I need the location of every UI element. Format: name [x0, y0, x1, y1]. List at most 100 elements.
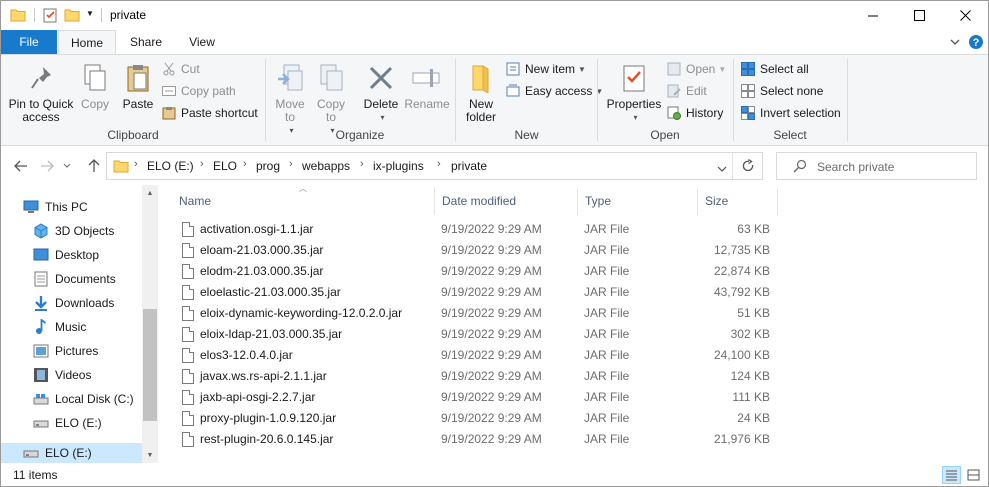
folder-icon — [10, 7, 26, 26]
breadcrumb-item[interactable]: webapps — [302, 159, 350, 173]
item-count: 11 items — [13, 468, 58, 482]
properties-label: Properties — [606, 97, 662, 111]
breadcrumb-separator[interactable]: › — [437, 158, 441, 170]
nav-item-downloads[interactable]: Downloads — [1, 291, 143, 315]
column-header-name[interactable]: Name — [171, 185, 434, 217]
invert-selection-button[interactable]: Invert selection — [740, 103, 841, 123]
easy-access-icon — [505, 83, 521, 99]
pin-icon — [25, 61, 57, 95]
new-folder-icon[interactable] — [64, 7, 80, 26]
details-view-icon[interactable] — [942, 466, 961, 484]
file-row[interactable]: elos3-12.0.4.0.jar 9/19/2022 9:29 AM JAR F… — [171, 345, 791, 366]
tab-share[interactable]: Share — [125, 30, 167, 54]
copy-to-label: Copy to — [316, 97, 345, 124]
properties-button[interactable]: Properties ▾ — [604, 57, 664, 124]
scroll-up-arrow-icon[interactable]: ▲ — [142, 185, 158, 201]
file-row[interactable]: jaxb-api-osgi-2.2.7.jar 9/19/2022 9:29 AM… — [171, 387, 791, 408]
file-row[interactable]: rest-plugin-20.6.0.145.jar 9/19/2022 9:29… — [171, 429, 791, 450]
file-row[interactable]: elodm-21.03.000.35.jar 9/19/2022 9:29 AM J… — [171, 261, 791, 282]
drive-icon — [33, 415, 49, 431]
nav-item-3d-objects[interactable]: 3D Objects — [1, 219, 143, 243]
nav-pane-scrollbar[interactable]: ▲ ▼ — [142, 185, 158, 463]
nav-item-pictures[interactable]: Pictures — [1, 339, 143, 363]
address-bar[interactable]: › ELO (E:) › ELO › prog › webapps › ix-p… — [106, 152, 763, 180]
back-arrow-icon[interactable] — [12, 157, 30, 175]
nav-item-documents[interactable]: Documents — [1, 267, 143, 291]
desktop-icon — [33, 247, 49, 263]
copy-path-button[interactable]: Copy path — [161, 81, 236, 101]
breadcrumb-item[interactable]: ix-plugins — [373, 159, 424, 173]
easy-access-button[interactable]: Easy access ▼ — [505, 81, 603, 101]
edit-button[interactable]: Edit — [666, 81, 707, 101]
maximize-button[interactable] — [896, 1, 942, 30]
delete-button[interactable]: Delete ▾ — [359, 57, 403, 124]
nav-item-this-pc[interactable]: This PC — [1, 195, 143, 219]
pin-to-quick-access-button[interactable]: Pin to Quick access — [5, 57, 77, 124]
column-header-size[interactable]: Size — [697, 185, 777, 217]
file-row[interactable]: eloam-21.03.000.35.jar 9/19/2022 9:29 AM J… — [171, 240, 791, 261]
ribbon-tabs: File Home Share View ? — [1, 30, 988, 55]
move-to-button[interactable]: Move to ▾ — [270, 57, 310, 137]
column-header-type[interactable]: Type — [577, 185, 697, 217]
copy-to-button[interactable]: Copy to ▾ — [311, 57, 351, 137]
scroll-down-arrow-icon[interactable]: ▼ — [142, 447, 158, 463]
tab-home[interactable]: Home — [58, 30, 116, 55]
file-row[interactable]: eloix-dynamic-keywording-12.0.2.0.jar 9/1… — [171, 303, 791, 324]
file-date: 9/19/2022 9:29 AM — [441, 348, 542, 362]
breadcrumb-separator[interactable]: › — [289, 158, 293, 170]
copy-button[interactable]: Copy — [75, 57, 115, 111]
file-row[interactable]: javax.ws.rs-api-2.1.1.jar 9/19/2022 9:29 … — [171, 366, 791, 387]
tab-file[interactable]: File — [1, 30, 57, 54]
pc-icon — [23, 199, 39, 215]
scrollbar-thumb[interactable] — [143, 309, 157, 421]
file-row[interactable]: eloix-ldap-21.03.000.35.jar 9/19/2022 9:2… — [171, 324, 791, 345]
minimize-button[interactable] — [850, 1, 896, 30]
breadcrumb-separator[interactable]: › — [134, 158, 138, 170]
file-row[interactable]: eloelastic-21.03.000.35.jar 9/19/2022 9:2… — [171, 282, 791, 303]
pictures-icon — [33, 343, 49, 359]
column-divider[interactable] — [777, 187, 778, 215]
cut-button[interactable]: Cut — [161, 59, 200, 79]
help-icon[interactable]: ? — [967, 33, 985, 51]
breadcrumb-item[interactable]: ELO (E:) — [147, 159, 194, 173]
invert-selection-label: Invert selection — [760, 106, 841, 120]
search-input[interactable]: Search private — [817, 160, 894, 174]
large-icons-view-icon[interactable] — [964, 466, 983, 484]
file-row[interactable]: proxy-plugin-1.0.9.120.jar 9/19/2022 9:29… — [171, 408, 791, 429]
nav-item-local-disk[interactable]: Local Disk (C:) — [1, 387, 143, 411]
properties-icon[interactable] — [42, 7, 58, 26]
breadcrumb-separator[interactable]: › — [360, 158, 364, 170]
nav-item-music[interactable]: Music — [1, 315, 143, 339]
refresh-icon[interactable] — [741, 158, 755, 176]
paste-shortcut-button[interactable]: Paste shortcut — [161, 103, 258, 123]
rename-button[interactable]: Rename — [403, 57, 451, 111]
up-arrow-icon[interactable] — [85, 157, 103, 175]
customize-qa-dropdown-icon[interactable]: ▼ — [86, 9, 94, 18]
history-button[interactable]: History — [666, 103, 723, 123]
close-button[interactable] — [942, 1, 988, 30]
forward-arrow-icon[interactable] — [38, 157, 56, 175]
new-item-button[interactable]: New item ▼ — [505, 59, 586, 79]
breadcrumb-item[interactable]: prog — [256, 159, 280, 173]
address-dropdown-chevron-icon[interactable] — [717, 162, 727, 176]
select-none-button[interactable]: Select none — [740, 81, 823, 101]
new-folder-button[interactable]: New folder — [459, 57, 503, 124]
breadcrumb-item[interactable]: private — [451, 159, 487, 173]
breadcrumb-item[interactable]: ELO — [213, 159, 237, 173]
file-row[interactable]: activation.osgi-1.1.jar 9/19/2022 9:29 AM… — [171, 219, 791, 240]
search-box[interactable]: Search private — [776, 152, 977, 180]
svg-text:?: ? — [973, 37, 980, 49]
recent-locations-chevron-icon[interactable] — [61, 157, 73, 175]
nav-item-elo-drive-selected[interactable]: ELO (E:) — [1, 443, 143, 463]
nav-item-videos[interactable]: Videos — [1, 363, 143, 387]
chevron-down-icon[interactable] — [946, 33, 964, 51]
nav-item-elo-drive[interactable]: ELO (E:) — [1, 411, 143, 435]
column-header-date[interactable]: Date modified — [434, 185, 577, 217]
tab-view[interactable]: View — [181, 30, 223, 54]
nav-item-desktop[interactable]: Desktop — [1, 243, 143, 267]
open-button[interactable]: Open ▼ — [666, 59, 726, 79]
breadcrumb-separator[interactable]: › — [200, 158, 204, 170]
paste-button[interactable]: Paste — [118, 57, 158, 111]
breadcrumb-separator[interactable]: › — [243, 158, 247, 170]
select-all-button[interactable]: Select all — [740, 59, 809, 79]
